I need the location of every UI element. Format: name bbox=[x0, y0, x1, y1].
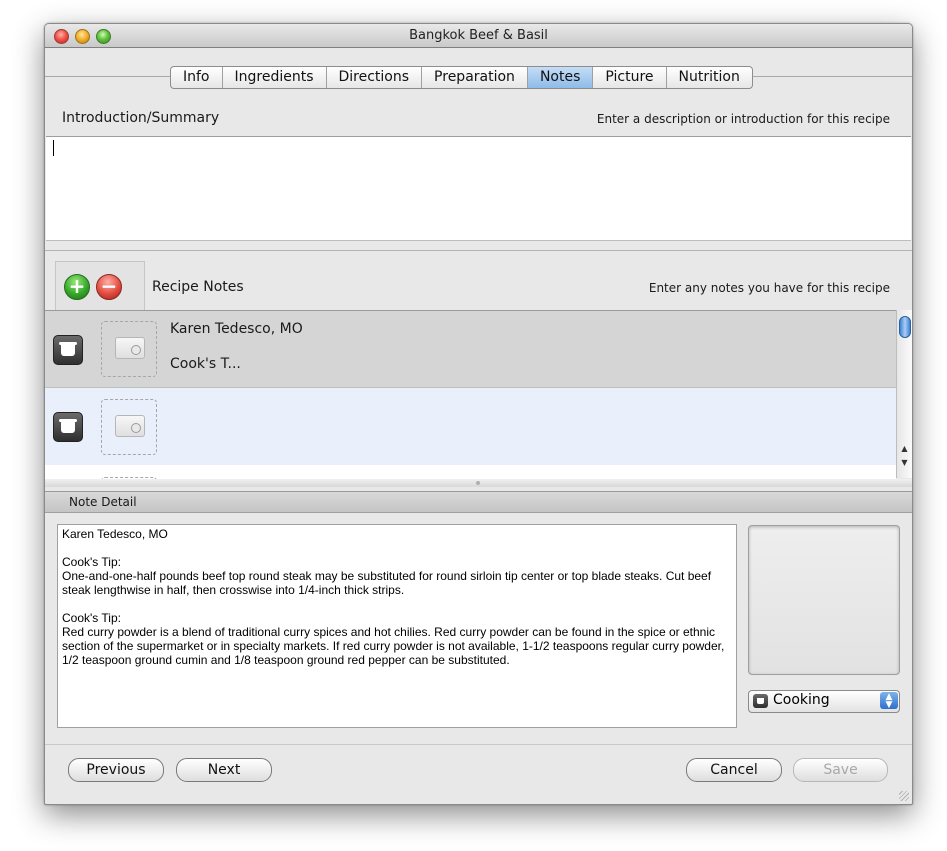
note-photo-slot[interactable] bbox=[101, 321, 157, 377]
add-note-button[interactable]: + bbox=[64, 274, 90, 300]
note-image-well[interactable] bbox=[748, 525, 900, 675]
note-detail-label: Note Detail bbox=[69, 495, 137, 509]
scroll-down-arrow-icon[interactable]: ▼ bbox=[899, 457, 910, 468]
intro-hint: Enter a description or introduction for … bbox=[596, 112, 890, 126]
list-item[interactable]: Karen Tedesco, MO Cook's T... bbox=[45, 311, 896, 388]
previous-button[interactable]: Previous bbox=[68, 758, 164, 782]
resize-grip-icon[interactable] bbox=[899, 791, 909, 801]
note-photo-slot[interactable] bbox=[101, 399, 157, 455]
scroll-thumb[interactable] bbox=[899, 316, 911, 338]
note-subtitle: Cook's T... bbox=[170, 356, 241, 372]
remove-note-button[interactable]: − bbox=[96, 274, 122, 300]
intro-text-field[interactable] bbox=[46, 136, 911, 241]
category-label: Cooking bbox=[773, 692, 830, 708]
tab-bar: Info Ingredients Directions Preparation … bbox=[170, 66, 753, 89]
cooking-pot-icon bbox=[53, 335, 83, 365]
note-detail-text[interactable]: Karen Tedesco, MO Cook's Tip: One-and-on… bbox=[57, 524, 737, 728]
save-button[interactable]: Save bbox=[793, 758, 888, 782]
window-title: Bangkok Beef & Basil bbox=[409, 28, 548, 43]
note-title: Karen Tedesco, MO bbox=[170, 321, 303, 337]
list-item[interactable] bbox=[45, 466, 896, 479]
tab-directions[interactable]: Directions bbox=[327, 67, 423, 88]
split-dot-icon bbox=[476, 481, 480, 485]
notes-scrollbar[interactable]: ▲ ▼ bbox=[896, 310, 912, 478]
tab-notes[interactable]: Notes bbox=[527, 67, 594, 88]
intro-label: Introduction/Summary bbox=[62, 110, 220, 126]
cooking-pot-icon bbox=[753, 694, 768, 708]
notes-list: Karen Tedesco, MO Cook's T... bbox=[45, 310, 896, 479]
tab-info[interactable]: Info bbox=[171, 67, 223, 88]
camera-icon bbox=[115, 415, 145, 437]
note-category-select[interactable]: Cooking ▲ ▼ bbox=[748, 690, 900, 713]
notes-hint: Enter any notes you have for this recipe bbox=[648, 281, 890, 295]
list-item[interactable] bbox=[45, 388, 896, 465]
recipe-window: Bangkok Beef & Basil Info Ingredients Di… bbox=[44, 23, 913, 805]
cooking-pot-icon bbox=[53, 412, 83, 442]
title-bar: Bangkok Beef & Basil bbox=[45, 24, 912, 48]
section-divider bbox=[45, 250, 912, 251]
tab-picture[interactable]: Picture bbox=[593, 67, 667, 88]
cancel-button[interactable]: Cancel bbox=[686, 758, 782, 782]
tab-nutrition[interactable]: Nutrition bbox=[667, 67, 752, 88]
tab-preparation[interactable]: Preparation bbox=[422, 67, 528, 88]
next-button[interactable]: Next bbox=[176, 758, 272, 782]
text-caret bbox=[53, 140, 54, 156]
tab-ingredients[interactable]: Ingredients bbox=[223, 67, 327, 88]
note-buttons-box: + − bbox=[55, 261, 145, 310]
scroll-up-arrow-icon[interactable]: ▲ bbox=[899, 443, 910, 454]
camera-icon bbox=[115, 337, 145, 359]
footer-divider bbox=[45, 744, 912, 745]
split-view-handle[interactable] bbox=[45, 479, 912, 487]
note-detail-header: Note Detail bbox=[45, 491, 912, 513]
notes-label: Recipe Notes bbox=[152, 279, 244, 295]
updown-arrows-icon: ▲ ▼ bbox=[880, 692, 898, 710]
